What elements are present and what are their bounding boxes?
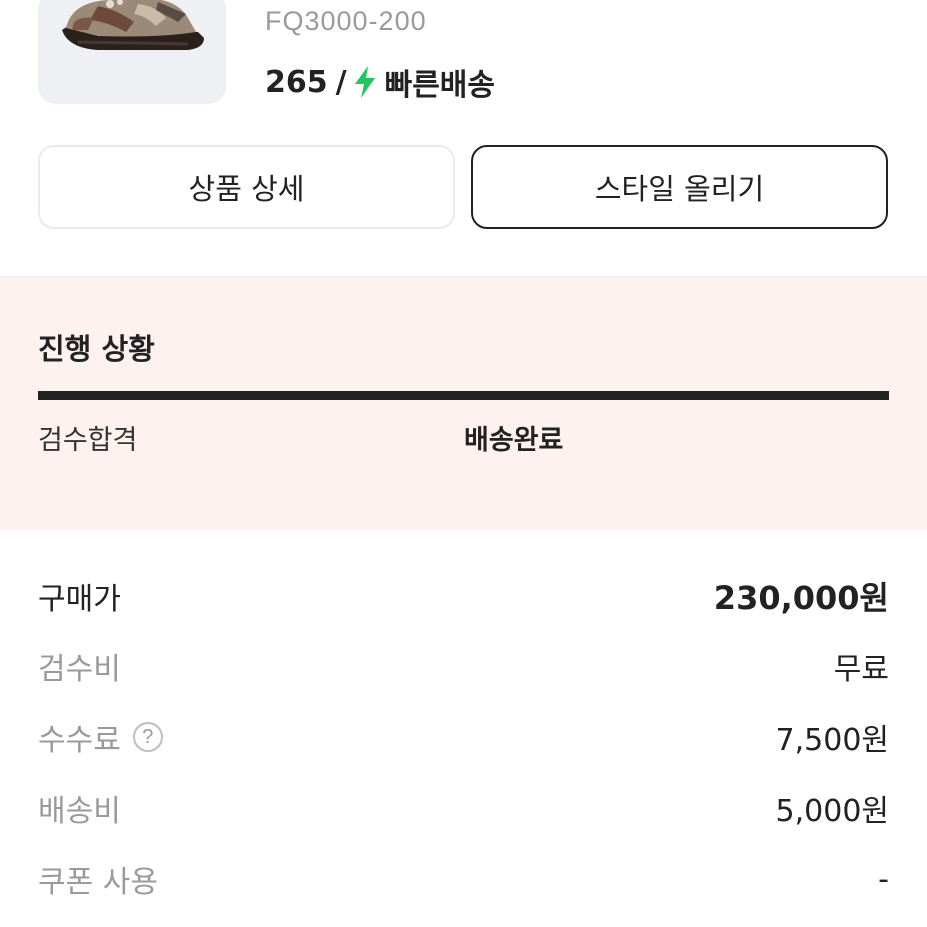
price-row-value: 230,000원 <box>713 579 889 617</box>
help-icon[interactable]: ? <box>132 722 163 752</box>
price-row-shipping-fee: 배송비 5,000원 <box>38 786 889 830</box>
price-row-label: 쿠폰 사용 <box>38 865 158 900</box>
price-row-label: 검수비 <box>38 652 121 687</box>
product-detail-button[interactable]: 상품 상세 <box>38 145 455 229</box>
price-row-value: 무료 <box>833 652 889 687</box>
price-row-value: 7,500원 <box>775 723 889 758</box>
price-row-commission: 수수료 ? 7,500원 <box>38 715 889 759</box>
price-row-label: 수수료 <box>38 723 121 758</box>
separator: / <box>335 64 347 100</box>
price-row-value: - <box>878 861 889 897</box>
product-detail-button-label: 상품 상세 <box>188 172 305 206</box>
price-row-label: 구매가 <box>38 582 121 617</box>
upload-style-button[interactable]: 스타일 올리기 <box>471 145 888 229</box>
progress-step-inspection-passed: 검수합격 <box>38 425 138 456</box>
model-number: FQ3000-200 <box>265 6 427 36</box>
price-row-label-wrap: 수수료 ? <box>38 715 163 759</box>
progress-bar <box>38 391 889 400</box>
progress-step-delivered: 배송완료 <box>464 425 564 456</box>
size-and-delivery: 265 / 빠른배송 <box>265 60 495 104</box>
order-detail-page: FQ3000-200 265 / 빠른배송 상품 상세 스타일 올리기 진행 상… <box>0 0 927 927</box>
size-value: 265 <box>265 64 328 100</box>
upload-style-button-label: 스타일 올리기 <box>594 172 765 206</box>
price-row-label: 배송비 <box>38 794 121 829</box>
progress-section: 진행 상황 검수합격 배송완료 <box>0 278 927 530</box>
progress-title: 진행 상황 <box>38 332 155 366</box>
sneaker-image <box>62 0 204 50</box>
product-thumbnail[interactable] <box>38 0 226 104</box>
price-row-coupon: 쿠폰 사용 - <box>38 857 889 901</box>
lightning-icon <box>353 65 377 99</box>
price-row-value: 5,000원 <box>775 794 889 829</box>
delivery-label: 빠른배송 <box>384 68 495 103</box>
price-row-inspection-fee: 검수비 무료 <box>38 644 889 688</box>
price-row-purchase: 구매가 230,000원 <box>38 574 889 618</box>
